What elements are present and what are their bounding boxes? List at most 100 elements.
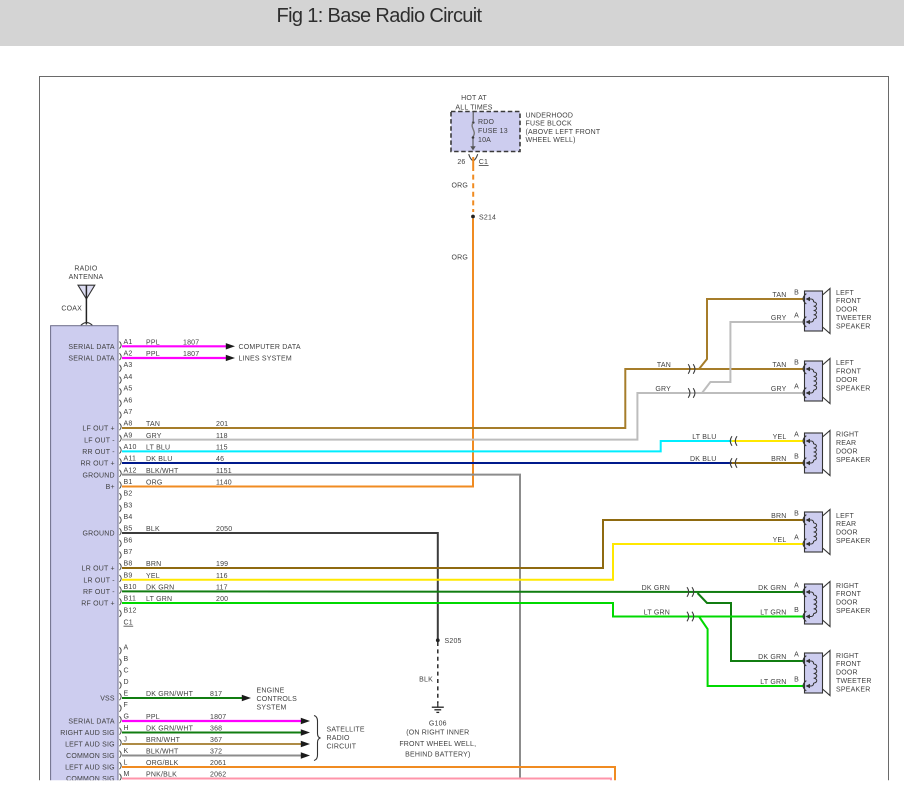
svg-text:LEFT AUD SIG: LEFT AUD SIG [65, 765, 115, 772]
svg-text:GRY: GRY [655, 386, 671, 393]
svg-text:B2: B2 [124, 491, 133, 498]
svg-text:B3: B3 [124, 502, 133, 509]
svg-text:BEHIND BATTERY): BEHIND BATTERY) [405, 751, 470, 758]
svg-text:LT GRN: LT GRN [760, 679, 786, 686]
svg-text:SPEAKER: SPEAKER [836, 538, 870, 545]
svg-text:BRN: BRN [771, 456, 786, 463]
svg-text:A: A [794, 432, 799, 439]
svg-text:UNDERHOOD: UNDERHOOD [526, 113, 574, 120]
svg-text:1140: 1140 [216, 480, 232, 487]
svg-text:SPEAKER: SPEAKER [836, 457, 870, 464]
svg-text:L: L [124, 760, 128, 767]
svg-text:DOOR: DOOR [836, 670, 858, 677]
svg-text:ORG: ORG [451, 255, 468, 262]
svg-text:FRONT: FRONT [836, 661, 862, 668]
svg-text:LF OUT +: LF OUT + [82, 426, 114, 433]
svg-text:A11: A11 [124, 456, 137, 463]
svg-text:B6: B6 [124, 537, 133, 544]
svg-text:B: B [124, 656, 129, 663]
svg-text:ORG: ORG [451, 183, 468, 190]
svg-text:K: K [124, 748, 129, 755]
svg-text:ENGINE: ENGINE [257, 688, 285, 695]
svg-text:S214: S214 [479, 214, 496, 221]
svg-text:FUSE 13: FUSE 13 [478, 128, 508, 135]
svg-text:A: A [794, 583, 799, 590]
svg-text:10A: 10A [478, 137, 491, 144]
svg-text:SPEAKER: SPEAKER [836, 385, 870, 392]
svg-text:LR OUT +: LR OUT + [82, 566, 115, 573]
svg-text:DK GRN: DK GRN [758, 654, 786, 661]
svg-text:LT BLU: LT BLU [692, 434, 716, 441]
svg-text:LR OUT -: LR OUT - [83, 577, 115, 584]
svg-text:A9: A9 [124, 432, 133, 439]
svg-text:LF OUT -: LF OUT - [84, 437, 115, 444]
svg-text:G: G [124, 714, 130, 721]
svg-text:B: B [794, 454, 799, 461]
svg-text:TAN: TAN [772, 292, 786, 299]
svg-text:ALL TIMES: ALL TIMES [455, 104, 492, 111]
svg-text:FRONT WHEEL WELL,: FRONT WHEEL WELL, [399, 741, 476, 748]
svg-text:CONTROLS: CONTROLS [257, 696, 298, 703]
svg-text:SATELLITE: SATELLITE [327, 727, 365, 734]
svg-text:RDO: RDO [478, 119, 495, 126]
svg-text:LT GRN: LT GRN [760, 610, 786, 617]
svg-text:RR OUT -: RR OUT - [82, 449, 115, 456]
svg-text:A12: A12 [124, 467, 137, 474]
svg-text:M: M [124, 771, 130, 778]
svg-text:RIGHT: RIGHT [836, 653, 859, 660]
svg-text:B+: B+ [106, 484, 115, 491]
svg-text:J: J [124, 737, 128, 744]
svg-text:RADIO: RADIO [327, 735, 351, 742]
svg-text:DK GRN: DK GRN [642, 585, 670, 592]
svg-text:B7: B7 [124, 549, 133, 556]
svg-text:(ABOVE LEFT FRONT: (ABOVE LEFT FRONT [526, 129, 601, 136]
svg-text:DOOR: DOOR [836, 600, 858, 607]
svg-text:ANTENNA: ANTENNA [69, 274, 104, 281]
svg-text:TWEETER: TWEETER [836, 315, 872, 322]
svg-text:ORG: ORG [146, 480, 163, 487]
svg-text:A: A [794, 535, 799, 542]
svg-text:D: D [124, 679, 129, 686]
svg-text:LEFT: LEFT [836, 290, 854, 297]
svg-text:A: A [794, 384, 799, 391]
svg-text:SPEAKER: SPEAKER [836, 323, 870, 330]
svg-text:FRONT: FRONT [836, 369, 862, 376]
svg-text:BLK: BLK [419, 677, 433, 684]
svg-text:RF OUT -: RF OUT - [83, 589, 115, 596]
svg-text:SYSTEM: SYSTEM [257, 705, 287, 712]
svg-text:B8: B8 [124, 561, 133, 568]
svg-text:GRY: GRY [771, 315, 787, 322]
svg-text:26: 26 [457, 159, 465, 166]
svg-text:LEFT: LEFT [836, 360, 854, 367]
svg-text:FRONT: FRONT [836, 298, 862, 305]
svg-text:BRN: BRN [771, 513, 786, 520]
svg-text:C: C [124, 668, 129, 675]
svg-text:B10: B10 [124, 584, 137, 591]
svg-text:FRONT: FRONT [836, 591, 862, 598]
svg-text:VSS: VSS [100, 696, 115, 703]
svg-text:C1: C1 [479, 159, 488, 166]
svg-text:H: H [124, 725, 129, 732]
svg-text:B: B [794, 607, 799, 614]
svg-text:DK GRN: DK GRN [758, 585, 786, 592]
svg-text:RIGHT: RIGHT [836, 583, 859, 590]
svg-text:A7: A7 [124, 409, 133, 416]
svg-text:E: E [124, 691, 129, 698]
svg-text:GROUND: GROUND [82, 472, 114, 479]
svg-text:REAR: REAR [836, 440, 856, 447]
svg-text:A: A [794, 652, 799, 659]
svg-text:TAN: TAN [657, 362, 671, 369]
svg-text:G106: G106 [429, 720, 447, 727]
svg-text:CIRCUIT: CIRCUIT [327, 744, 357, 751]
svg-text:YEL: YEL [773, 434, 787, 441]
svg-text:(ON RIGHT INNER: (ON RIGHT INNER [406, 730, 469, 737]
svg-text:DOOR: DOOR [836, 449, 858, 456]
svg-text:COMPUTER DATA: COMPUTER DATA [239, 344, 301, 351]
svg-text:FUSE BLOCK: FUSE BLOCK [526, 121, 572, 128]
svg-text:B: B [794, 677, 799, 684]
svg-text:B5: B5 [124, 526, 133, 533]
svg-text:DK BLU: DK BLU [690, 456, 717, 463]
svg-text:COAX: COAX [61, 306, 82, 313]
svg-text:A8: A8 [124, 421, 133, 428]
svg-text:A4: A4 [124, 374, 133, 381]
